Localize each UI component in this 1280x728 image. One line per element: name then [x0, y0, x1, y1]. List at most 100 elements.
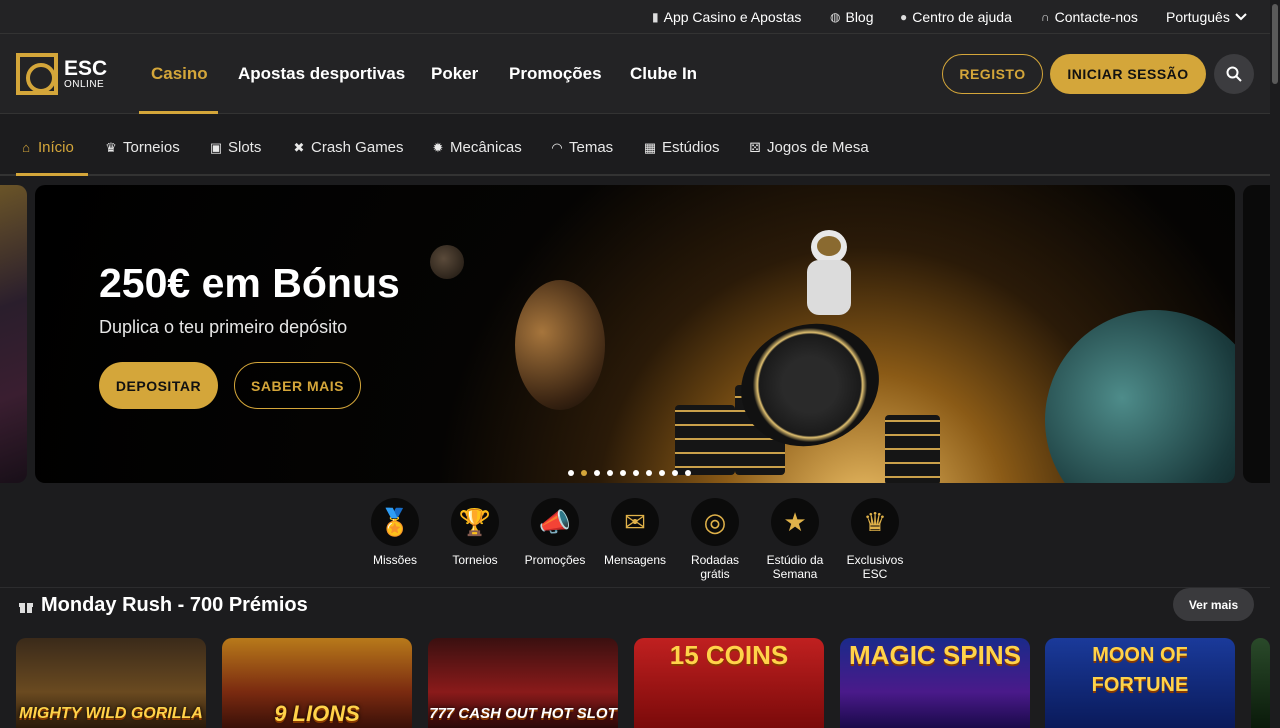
utility-bar: ▮ App Casino e Apostas ◍ Blog ● Centro d…: [0, 0, 1280, 34]
subnav-active-indicator: [16, 173, 88, 176]
previous-slide-peek[interactable]: [0, 185, 27, 483]
language-selector[interactable]: Português: [1166, 9, 1247, 25]
nav-sports-betting[interactable]: Apostas desportivas: [238, 64, 405, 84]
phone-icon: ▮: [652, 10, 659, 24]
globe-icon: ◍: [830, 10, 841, 24]
app-link[interactable]: ▮ App Casino e Apostas: [652, 9, 801, 25]
subnav-crash-games-label: Crash Games: [311, 139, 404, 156]
carousel-dot[interactable]: [633, 470, 639, 476]
logo-subtext: ONLINE: [64, 79, 105, 90]
subnav-studios[interactable]: ▦ Estúdios: [643, 139, 720, 156]
dice-icon: ⚄: [749, 139, 761, 155]
game-title: MOON OF FORTUNE: [1091, 644, 1189, 696]
next-slide-peek[interactable]: [1243, 185, 1270, 483]
subnav-mechanics-label: Mecânicas: [450, 139, 522, 156]
carousel-dot[interactable]: [607, 470, 613, 476]
headset-icon: ∩: [1041, 10, 1050, 24]
deposit-button[interactable]: DEPOSITAR: [99, 362, 218, 409]
quick-tournaments[interactable]: 🏆 Torneios: [435, 498, 515, 567]
chat-bubble-icon: ●: [900, 10, 908, 24]
help-link-label: Centro de ajuda: [912, 9, 1012, 25]
app-link-label: App Casino e Apostas: [663, 9, 802, 25]
logo-mark-icon: [16, 53, 58, 95]
carousel-dot[interactable]: [594, 470, 600, 476]
search-button[interactable]: [1214, 54, 1254, 94]
subnav-slots-label: Slots: [228, 139, 262, 156]
nav-club[interactable]: Clube In: [630, 64, 697, 84]
game-title: MAGIC SPINS: [849, 640, 1021, 670]
quick-exclusives[interactable]: ♛ Exclusivos ESC: [835, 498, 915, 581]
subnav-tournaments[interactable]: ♛ Torneios: [104, 139, 180, 156]
nav-promotions[interactable]: Promoções: [509, 64, 602, 84]
contact-link[interactable]: ∩ Contacte-nos: [1041, 9, 1138, 25]
register-button[interactable]: REGISTO: [942, 54, 1043, 94]
astronaut-image: [803, 230, 853, 340]
subnav-themes[interactable]: ◠ Temas: [550, 139, 613, 156]
chip-stack-image: [675, 405, 735, 475]
subnav-mechanics[interactable]: ✹ Mecânicas: [431, 139, 522, 156]
main-header: ESC ONLINE Casino Apostas desportivas Po…: [0, 34, 1280, 114]
star-icon: ★: [771, 498, 819, 546]
game-tile[interactable]: 9 LIONS: [222, 638, 412, 728]
mask-icon: ◠: [551, 139, 563, 155]
slot-machine-icon: ▣: [209, 139, 223, 155]
quick-messages[interactable]: ✉ Mensagens: [595, 498, 675, 567]
carousel-dot[interactable]: [672, 470, 678, 476]
carousel-dot[interactable]: [581, 470, 587, 476]
chevron-down-icon: [1235, 13, 1247, 21]
carousel-dot[interactable]: [620, 470, 626, 476]
carousel-dot[interactable]: [646, 470, 652, 476]
nav-casino[interactable]: Casino: [151, 64, 208, 84]
carousel-dot[interactable]: [568, 470, 574, 476]
quick-messages-label: Mensagens: [603, 553, 667, 567]
section-header: Monday Rush - 700 Prémios: [18, 594, 308, 617]
logo[interactable]: ESC ONLINE: [16, 53, 107, 95]
banner-title: 250€ em Bónus: [99, 260, 400, 306]
game-tile-peek[interactable]: [1251, 638, 1270, 728]
help-link[interactable]: ● Centro de ajuda: [900, 9, 1012, 25]
quick-free-spins[interactable]: ◎ Rodadas grátis: [675, 498, 755, 581]
carousel-dots: [568, 470, 691, 476]
nav-poker[interactable]: Poker: [431, 64, 478, 84]
game-tile[interactable]: 777 CASH OUT HOT SLOT: [428, 638, 618, 728]
section-title: Monday Rush - 700 Prémios: [41, 594, 308, 616]
login-button[interactable]: INICIAR SESSÃO: [1050, 54, 1206, 94]
scrollbar-thumb[interactable]: [1272, 4, 1278, 84]
subnav-home[interactable]: ⌂ Início: [19, 139, 74, 156]
megaphone-icon: 📣: [531, 498, 579, 546]
quick-studio-of-week[interactable]: ★ Estúdio da Semana: [755, 498, 835, 581]
subnav-themes-label: Temas: [569, 139, 614, 156]
quick-missions-label: Missões: [372, 553, 417, 567]
learn-more-button[interactable]: SABER MAIS: [234, 362, 361, 409]
subnav-studios-label: Estúdios: [662, 139, 720, 156]
trophy-icon: ♛: [105, 139, 117, 155]
subnav-home-label: Início: [38, 139, 74, 156]
quick-promotions-label: Promoções: [524, 553, 586, 567]
game-title: MIGHTY WILD GORILLA: [19, 705, 203, 722]
game-tile[interactable]: MIGHTY WILD GORILLA: [16, 638, 206, 728]
promo-banner[interactable]: 250€ em Bónus Duplica o teu primeiro dep…: [35, 185, 1235, 483]
quick-promotions[interactable]: 📣 Promoções: [515, 498, 595, 567]
subnav-table-games[interactable]: ⚄ Jogos de Mesa: [748, 139, 868, 156]
quick-missions[interactable]: 🏅 Missões: [355, 498, 435, 567]
coin-icon: ◎: [691, 498, 739, 546]
trophy-icon: 🏆: [451, 498, 499, 546]
blog-link[interactable]: ◍ Blog: [830, 9, 874, 25]
game-tile[interactable]: MOON OF FORTUNE: [1045, 638, 1235, 728]
nav-active-indicator: [139, 111, 218, 114]
game-tile[interactable]: MAGIC SPINS: [840, 638, 1030, 728]
section-divider: [0, 587, 1270, 588]
planet-large-image: [1045, 310, 1235, 483]
see-more-button[interactable]: Ver mais: [1173, 588, 1254, 621]
game-tile[interactable]: 15 COINS: [634, 638, 824, 728]
carousel-dot[interactable]: [659, 470, 665, 476]
language-label: Português: [1166, 9, 1230, 25]
subnav-slots[interactable]: ▣ Slots: [209, 139, 262, 156]
subnav-crash-games[interactable]: ✖ Crash Games: [292, 139, 404, 156]
planet-image: [515, 280, 605, 410]
quick-exclusives-label: Exclusivos ESC: [846, 553, 904, 581]
carousel-dot[interactable]: [685, 470, 691, 476]
chip-stack-image: [885, 415, 940, 483]
game-title: 777 CASH OUT HOT SLOT: [429, 705, 617, 722]
page-scrollbar[interactable]: [1270, 0, 1280, 720]
